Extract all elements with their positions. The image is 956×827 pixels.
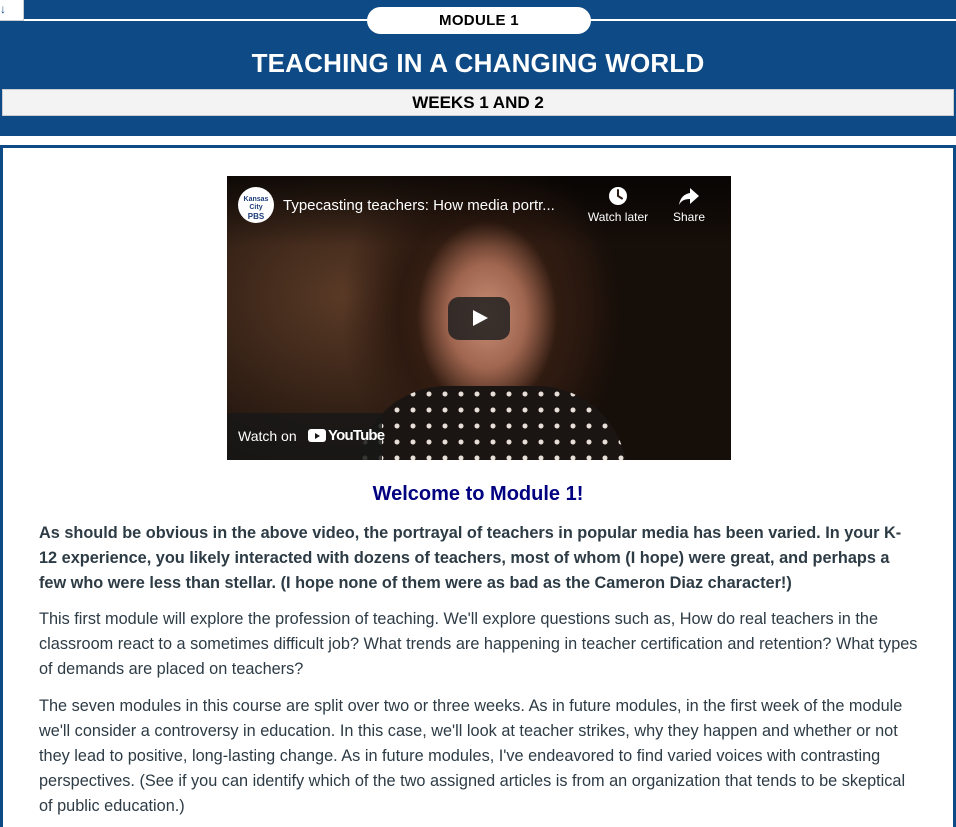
video-title-link[interactable]: Typecasting teachers: How media portr... bbox=[283, 196, 583, 216]
channel-logo-line1: Kansas City bbox=[243, 196, 269, 211]
share-button[interactable]: Share bbox=[654, 186, 724, 224]
share-arrow-icon bbox=[679, 188, 699, 205]
weeks-label: WEEKS 1 AND 2 bbox=[2, 89, 954, 116]
clock-icon bbox=[609, 187, 627, 205]
play-icon bbox=[473, 310, 488, 326]
youtube-logo-icon bbox=[308, 429, 326, 442]
module-overview-paragraph: This first module will explore the profe… bbox=[39, 610, 918, 678]
watch-on-label: Watch on bbox=[238, 428, 297, 444]
watch-later-label: Watch later bbox=[587, 210, 649, 224]
course-structure-paragraph: The seven modules in this course are spl… bbox=[39, 697, 906, 815]
page-title: TEACHING IN A CHANGING WORLD bbox=[251, 48, 705, 78]
welcome-heading: Welcome to Module 1! bbox=[372, 483, 584, 505]
share-label: Share bbox=[672, 210, 706, 224]
watch-on-youtube-link[interactable]: Watch on YouTube bbox=[227, 413, 385, 460]
watch-later-button[interactable]: Watch later bbox=[583, 186, 653, 224]
download-arrow-icon[interactable]: ↓ bbox=[0, 2, 6, 16]
channel-logo[interactable]: Kansas City PBS bbox=[238, 187, 274, 223]
video-embed[interactable]: Kansas City PBS Typecasting teachers: Ho… bbox=[227, 176, 731, 460]
intro-paragraph: As should be obvious in the above video,… bbox=[39, 524, 902, 592]
module-label: MODULE 1 bbox=[367, 7, 591, 34]
youtube-wordmark: YouTube bbox=[328, 427, 385, 444]
video-frame-detail bbox=[357, 386, 627, 460]
channel-logo-line2: PBS bbox=[247, 212, 265, 221]
corner-tab[interactable]: ↓ bbox=[0, 0, 24, 21]
module-banner: ↓ MODULE 1 TEACHING IN A CHANGING WORLD … bbox=[0, 0, 956, 136]
play-button[interactable] bbox=[448, 297, 510, 340]
